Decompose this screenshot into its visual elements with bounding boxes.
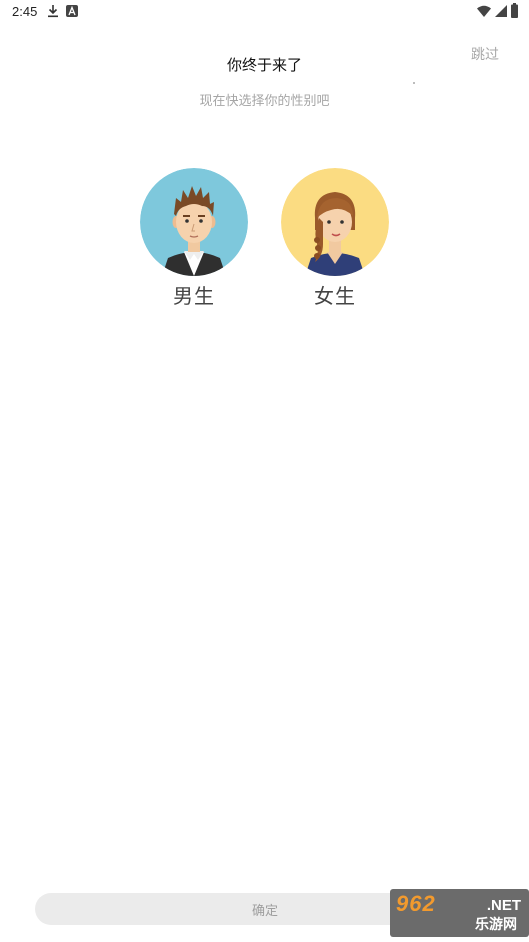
battery-icon	[511, 3, 518, 18]
watermark-brand: 962	[396, 891, 436, 916]
a-notification-icon	[66, 5, 78, 17]
gender-option-female[interactable]: 女生	[280, 168, 390, 309]
watermark-logo: 962 .NET 乐游网	[390, 889, 529, 937]
female-avatar	[281, 168, 389, 276]
page-title: 你终于来了	[226, 56, 302, 74]
status-time: 2:45	[12, 4, 38, 19]
decorative-dot	[413, 82, 415, 84]
watermark-name: 乐游网	[475, 917, 517, 933]
page-subtitle: 现在快选择你的性别吧	[199, 94, 330, 109]
gender-label-female: 女生	[314, 284, 356, 308]
download-icon	[48, 5, 58, 18]
gender-option-male[interactable]: 男生	[139, 168, 249, 309]
wifi-icon	[477, 5, 491, 17]
status-bar: 2:45	[0, 0, 529, 26]
watermark-suffix: .NET	[486, 897, 521, 914]
male-avatar	[140, 168, 248, 276]
signal-icon	[495, 5, 507, 17]
gender-label-male: 男生	[173, 284, 215, 308]
